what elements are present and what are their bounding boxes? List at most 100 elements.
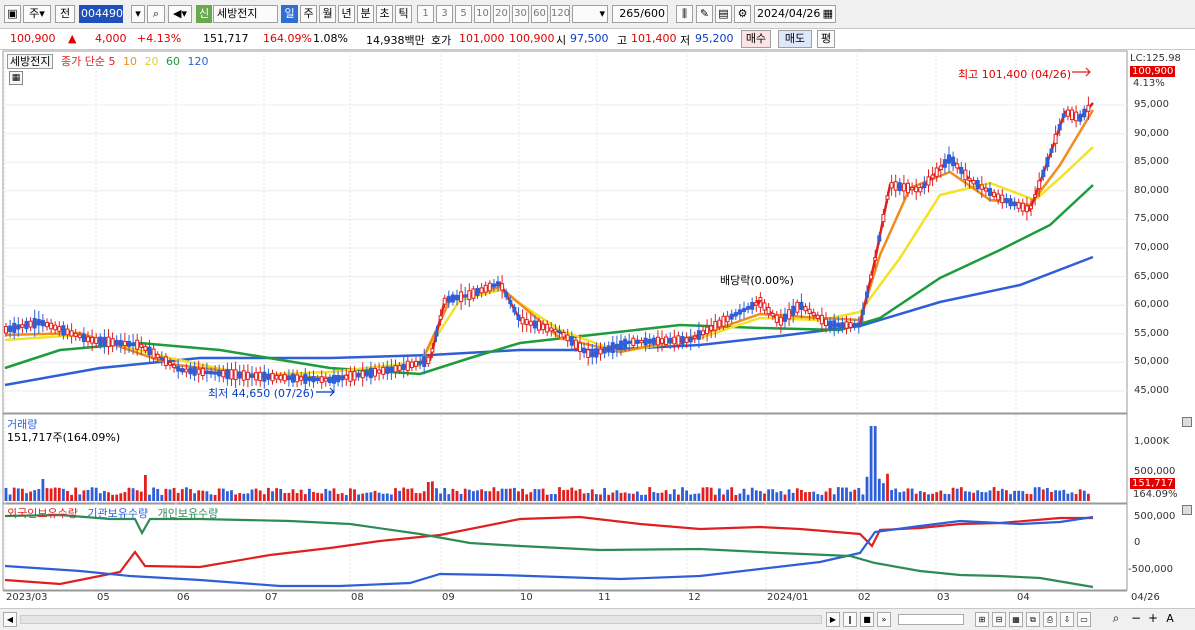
candle-body — [848, 322, 853, 328]
candle-body — [852, 323, 857, 327]
zoom-icon[interactable]: ⌕ — [1110, 612, 1122, 625]
candle-body — [295, 374, 300, 383]
candle-body — [270, 372, 275, 382]
candle-body — [409, 361, 414, 369]
candle-body — [69, 330, 74, 337]
candle-body — [807, 308, 812, 315]
zoom-in-icon[interactable]: + — [1147, 612, 1159, 625]
volume-bar — [951, 487, 955, 501]
volume-current-tag: 151,717 — [1130, 478, 1176, 489]
scroll-left-icon[interactable]: ◀ — [3, 612, 17, 627]
candle-body — [106, 336, 111, 348]
volume-bar — [357, 494, 360, 501]
candle-body — [151, 348, 156, 359]
volume-bar — [476, 490, 479, 501]
indicator-menu-icon[interactable]: ▦ — [9, 71, 23, 85]
volume-bar — [283, 493, 287, 501]
volume-bar — [135, 490, 139, 501]
candle-body — [397, 365, 402, 372]
candle-body — [90, 336, 95, 344]
holder-tick-neg500k: -500,000 — [1128, 564, 1173, 575]
layout-icon[interactable]: ⊞ — [975, 612, 989, 627]
candle-body — [918, 187, 923, 193]
candle-body — [254, 372, 259, 381]
volume-bar — [586, 492, 590, 501]
candle-body — [315, 377, 320, 381]
stock-chart[interactable] — [0, 0, 1195, 629]
volume-panel-close-icon[interactable] — [1182, 417, 1192, 427]
stop-icon[interactable]: ■ — [860, 612, 874, 627]
institution-holding-label: 기관보유수량 — [87, 507, 149, 520]
zoom-slider[interactable] — [898, 614, 964, 625]
export-icon[interactable]: ⇩ — [1060, 612, 1074, 627]
volume-bar — [435, 488, 438, 501]
volume-bar — [303, 494, 307, 501]
price-tick: 45,000 — [1134, 385, 1169, 396]
volume-bar — [353, 489, 356, 501]
holder-lines — [4, 513, 1094, 589]
volume-bar — [275, 488, 278, 501]
pause-icon[interactable]: ‖ — [843, 612, 857, 627]
candle-body — [520, 317, 525, 325]
volume-bar — [234, 494, 237, 501]
zoom-out-icon[interactable]: − — [1130, 612, 1142, 625]
table-icon[interactable]: ▦ — [1009, 612, 1023, 627]
candle-body — [360, 370, 365, 379]
candle-body — [368, 367, 373, 379]
volume-bar — [976, 490, 980, 501]
candle-body — [377, 369, 382, 374]
candle-body — [245, 371, 250, 380]
candle-body — [266, 373, 271, 380]
print-icon[interactable]: ⎙ — [1043, 612, 1057, 627]
volume-bar — [1050, 491, 1053, 501]
x-tick-label: 09 — [442, 592, 455, 603]
volume-bar — [775, 492, 779, 501]
volume-bar — [504, 488, 508, 501]
holder-panel-close-icon[interactable] — [1182, 505, 1192, 515]
candle-body — [1020, 202, 1025, 212]
volume-tick-500k: 500,000 — [1134, 466, 1176, 477]
candle-body — [836, 322, 841, 328]
price-panel-title[interactable]: 세방전지 — [7, 54, 54, 69]
copy-icon[interactable]: ⧉ — [1026, 612, 1040, 627]
ma-label: 종가 단순 — [60, 55, 105, 68]
volume-bar — [340, 493, 344, 501]
scroll-right-icon[interactable]: ▶ — [826, 612, 840, 627]
volume-bar — [262, 494, 266, 501]
volume-bar — [566, 489, 570, 501]
split-icon[interactable]: ⊟ — [992, 612, 1006, 627]
current-price-tag: 100,900 — [1130, 66, 1176, 77]
candle-body — [799, 301, 804, 310]
volume-bar — [828, 488, 832, 501]
volume-bar — [955, 488, 959, 501]
candle-body — [865, 291, 869, 298]
candle-body — [163, 356, 168, 367]
candle-body — [750, 302, 755, 310]
volume-bar — [37, 488, 41, 501]
volume-bar — [4, 487, 8, 501]
volume-bar — [176, 492, 180, 501]
candle-body — [1016, 202, 1021, 209]
candle-body — [471, 288, 476, 299]
candle-body — [651, 337, 656, 345]
fast-forward-icon[interactable]: » — [877, 612, 891, 627]
volume-bar — [180, 489, 184, 501]
volume-bar — [832, 494, 836, 501]
candle-body — [627, 340, 632, 344]
volume-bar — [324, 488, 328, 501]
font-size-icon[interactable]: A — [1164, 612, 1176, 625]
volume-tick-1000k: 1,000K — [1134, 436, 1170, 447]
candle-body — [664, 336, 669, 346]
volume-bar — [558, 487, 561, 501]
volume-bar — [754, 490, 758, 501]
candle-body — [303, 373, 308, 384]
candle-body — [553, 328, 558, 333]
volume-bar — [66, 490, 69, 501]
candle-body — [844, 321, 849, 329]
candle-body — [934, 167, 939, 177]
scroll-track[interactable] — [20, 615, 822, 624]
candle-body — [229, 369, 234, 380]
window-icon[interactable]: ▭ — [1077, 612, 1091, 627]
volume-bar — [1074, 494, 1078, 501]
candle-body — [438, 315, 443, 320]
